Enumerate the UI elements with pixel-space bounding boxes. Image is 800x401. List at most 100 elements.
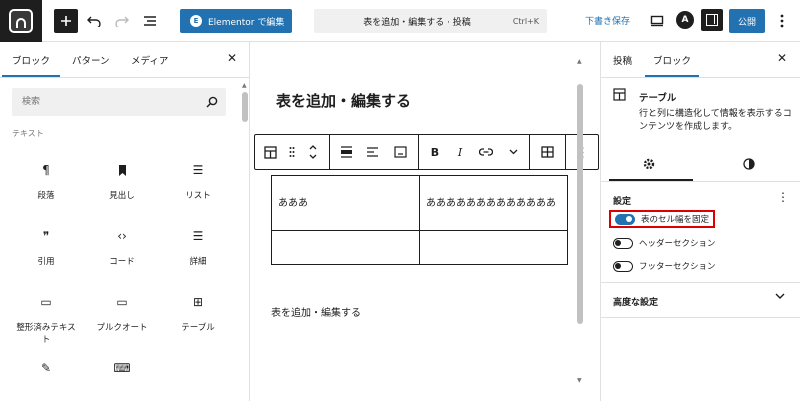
table-icon: ⊞: [192, 295, 204, 309]
redo-button[interactable]: [110, 9, 134, 33]
header-section-toggle-row[interactable]: ヘッダーセクション: [609, 234, 716, 252]
block-toolbar: B I: [254, 134, 599, 170]
astra-logo-button[interactable]: A: [676, 11, 694, 29]
caption-icon[interactable]: [391, 135, 409, 169]
scrollbar-thumb[interactable]: [242, 92, 248, 122]
move-up-down-icon[interactable]: [305, 135, 321, 169]
options-menu-button[interactable]: [770, 9, 794, 33]
bookmark-icon: [84, 160, 160, 180]
block-preformatted[interactable]: ▭ 整形済みテキスト: [8, 292, 84, 352]
toolbar-divider: [565, 135, 566, 169]
drag-handle-icon[interactable]: [285, 135, 299, 169]
fixed-width-toggle-row[interactable]: 表のセル幅を固定: [609, 210, 716, 228]
align-left-icon[interactable]: [363, 135, 381, 169]
block-quote[interactable]: ❞ 引用: [8, 226, 84, 286]
footer-section-toggle[interactable]: [613, 260, 633, 272]
desktop-icon: [650, 15, 664, 27]
block-paragraph[interactable]: ¶ 段落: [8, 160, 84, 220]
scrollbar-thumb[interactable]: [577, 84, 583, 324]
publish-button[interactable]: 公開: [729, 9, 765, 33]
sidebar-tabs: 投稿 ブロック ✕: [601, 42, 800, 78]
block-search-input[interactable]: [12, 88, 226, 116]
footer-section-toggle-row[interactable]: フッターセクション: [609, 257, 716, 275]
elementor-icon: E: [190, 15, 202, 27]
preview-button[interactable]: [645, 9, 669, 33]
italic-icon[interactable]: I: [452, 135, 468, 169]
settings-section-title: 設定: [613, 197, 632, 207]
advanced-settings-label: 高度な設定: [613, 298, 659, 308]
header-section-toggle[interactable]: [613, 237, 633, 249]
elementor-edit-button[interactable]: E Elementor で編集: [180, 9, 292, 33]
gear-icon[interactable]: [643, 158, 655, 173]
block-pullquote[interactable]: ▭ プルクオート: [84, 292, 160, 352]
block-code[interactable]: ‹› コード: [84, 226, 160, 286]
toolbar-divider: [529, 135, 530, 169]
block-details[interactable]: ☰ 詳細: [160, 226, 236, 286]
toggle-label: 表のセル幅を固定: [641, 215, 710, 225]
close-settings-button[interactable]: ✕: [777, 51, 787, 65]
block-verse[interactable]: ✎: [8, 358, 84, 401]
table-cell[interactable]: [419, 230, 568, 265]
block-label: コード: [109, 257, 135, 267]
undo-button[interactable]: [82, 9, 106, 33]
block-label: テーブル: [181, 323, 215, 333]
toggle-label: ヘッダーセクション: [639, 239, 716, 249]
post-title[interactable]: 表を追加・編集する: [276, 90, 411, 111]
toggle-label: フッターセクション: [639, 262, 716, 272]
close-inserter-button[interactable]: ✕: [227, 51, 237, 65]
table-block-icon[interactable]: [261, 135, 279, 169]
tab-blocks[interactable]: ブロック: [1, 53, 61, 77]
command-title: 表を追加・編集する · 投稿: [363, 17, 471, 28]
block-heading[interactable]: 見出し: [84, 160, 160, 220]
link-icon[interactable]: [477, 135, 495, 169]
details-icon: ☰: [192, 229, 204, 243]
block-name: テーブル: [639, 93, 677, 104]
styles-icon[interactable]: [743, 158, 755, 173]
tab-media[interactable]: メディア: [131, 53, 168, 67]
inserter-scrollbar[interactable]: ▲: [240, 78, 249, 401]
edit-table-icon[interactable]: [537, 135, 557, 169]
category-label: テキスト: [12, 129, 44, 138]
advanced-settings-panel[interactable]: 高度な設定: [601, 282, 800, 318]
scroll-down-arrow[interactable]: ▼: [577, 377, 582, 384]
editor-canvas: 表を追加・編集する B I あああ あああああああああああああ 表を追加・編集す…: [250, 42, 600, 401]
site-logo-button[interactable]: [0, 0, 42, 42]
plus-icon: [61, 16, 71, 26]
canvas-scrollbar[interactable]: ▲ ▼: [575, 52, 585, 392]
paragraph-block[interactable]: 表を追加・編集する: [271, 304, 361, 319]
block-shortcode[interactable]: ⌨: [84, 358, 160, 401]
verse-icon: ✎: [40, 361, 52, 375]
table-cell[interactable]: [271, 230, 420, 265]
block-label: 詳細: [189, 257, 207, 267]
scroll-up-arrow[interactable]: ▲: [242, 82, 247, 89]
chevron-down-icon[interactable]: [505, 135, 521, 169]
tab-block[interactable]: ブロック: [644, 53, 700, 77]
bold-icon[interactable]: B: [426, 135, 444, 169]
toolbar-divider: [418, 135, 419, 169]
tab-patterns[interactable]: パターン: [72, 53, 110, 67]
add-block-button[interactable]: [54, 9, 78, 33]
elementor-label: Elementor で編集: [208, 17, 285, 28]
block-label: プルクオート: [96, 323, 148, 333]
fixed-width-toggle[interactable]: [615, 213, 635, 225]
block-label: 引用: [37, 257, 55, 267]
more-vertical-icon[interactable]: ⋮: [777, 190, 789, 204]
keyboard-icon: ⌨: [113, 361, 131, 375]
command-shortcut: Ctrl+K: [512, 16, 539, 26]
content-table: あああ あああああああああああああ: [271, 175, 568, 265]
settings-toggle-button[interactable]: [701, 9, 723, 31]
tab-post[interactable]: 投稿: [613, 53, 632, 67]
table-cell[interactable]: あああああああああああああ: [419, 175, 568, 231]
block-table[interactable]: ⊞ テーブル: [160, 292, 236, 352]
save-draft-button[interactable]: 下書き保存: [585, 14, 630, 27]
preformatted-icon: ▭: [40, 295, 52, 309]
document-overview-button[interactable]: [138, 9, 162, 33]
command-palette-button[interactable]: 表を追加・編集する · 投稿 Ctrl+K: [314, 9, 547, 33]
scroll-up-arrow[interactable]: ▲: [577, 58, 582, 65]
align-wide-icon[interactable]: [337, 135, 355, 169]
list-view-icon: [144, 16, 156, 26]
block-list[interactable]: ☰ リスト: [160, 160, 236, 220]
block-label: 整形済みテキスト: [16, 323, 76, 345]
table-cell[interactable]: あああ: [271, 175, 420, 231]
settings-sidebar: 投稿 ブロック ✕ テーブル 行と列に構造化して情報を表示するコンテンツを作成し…: [600, 42, 800, 401]
